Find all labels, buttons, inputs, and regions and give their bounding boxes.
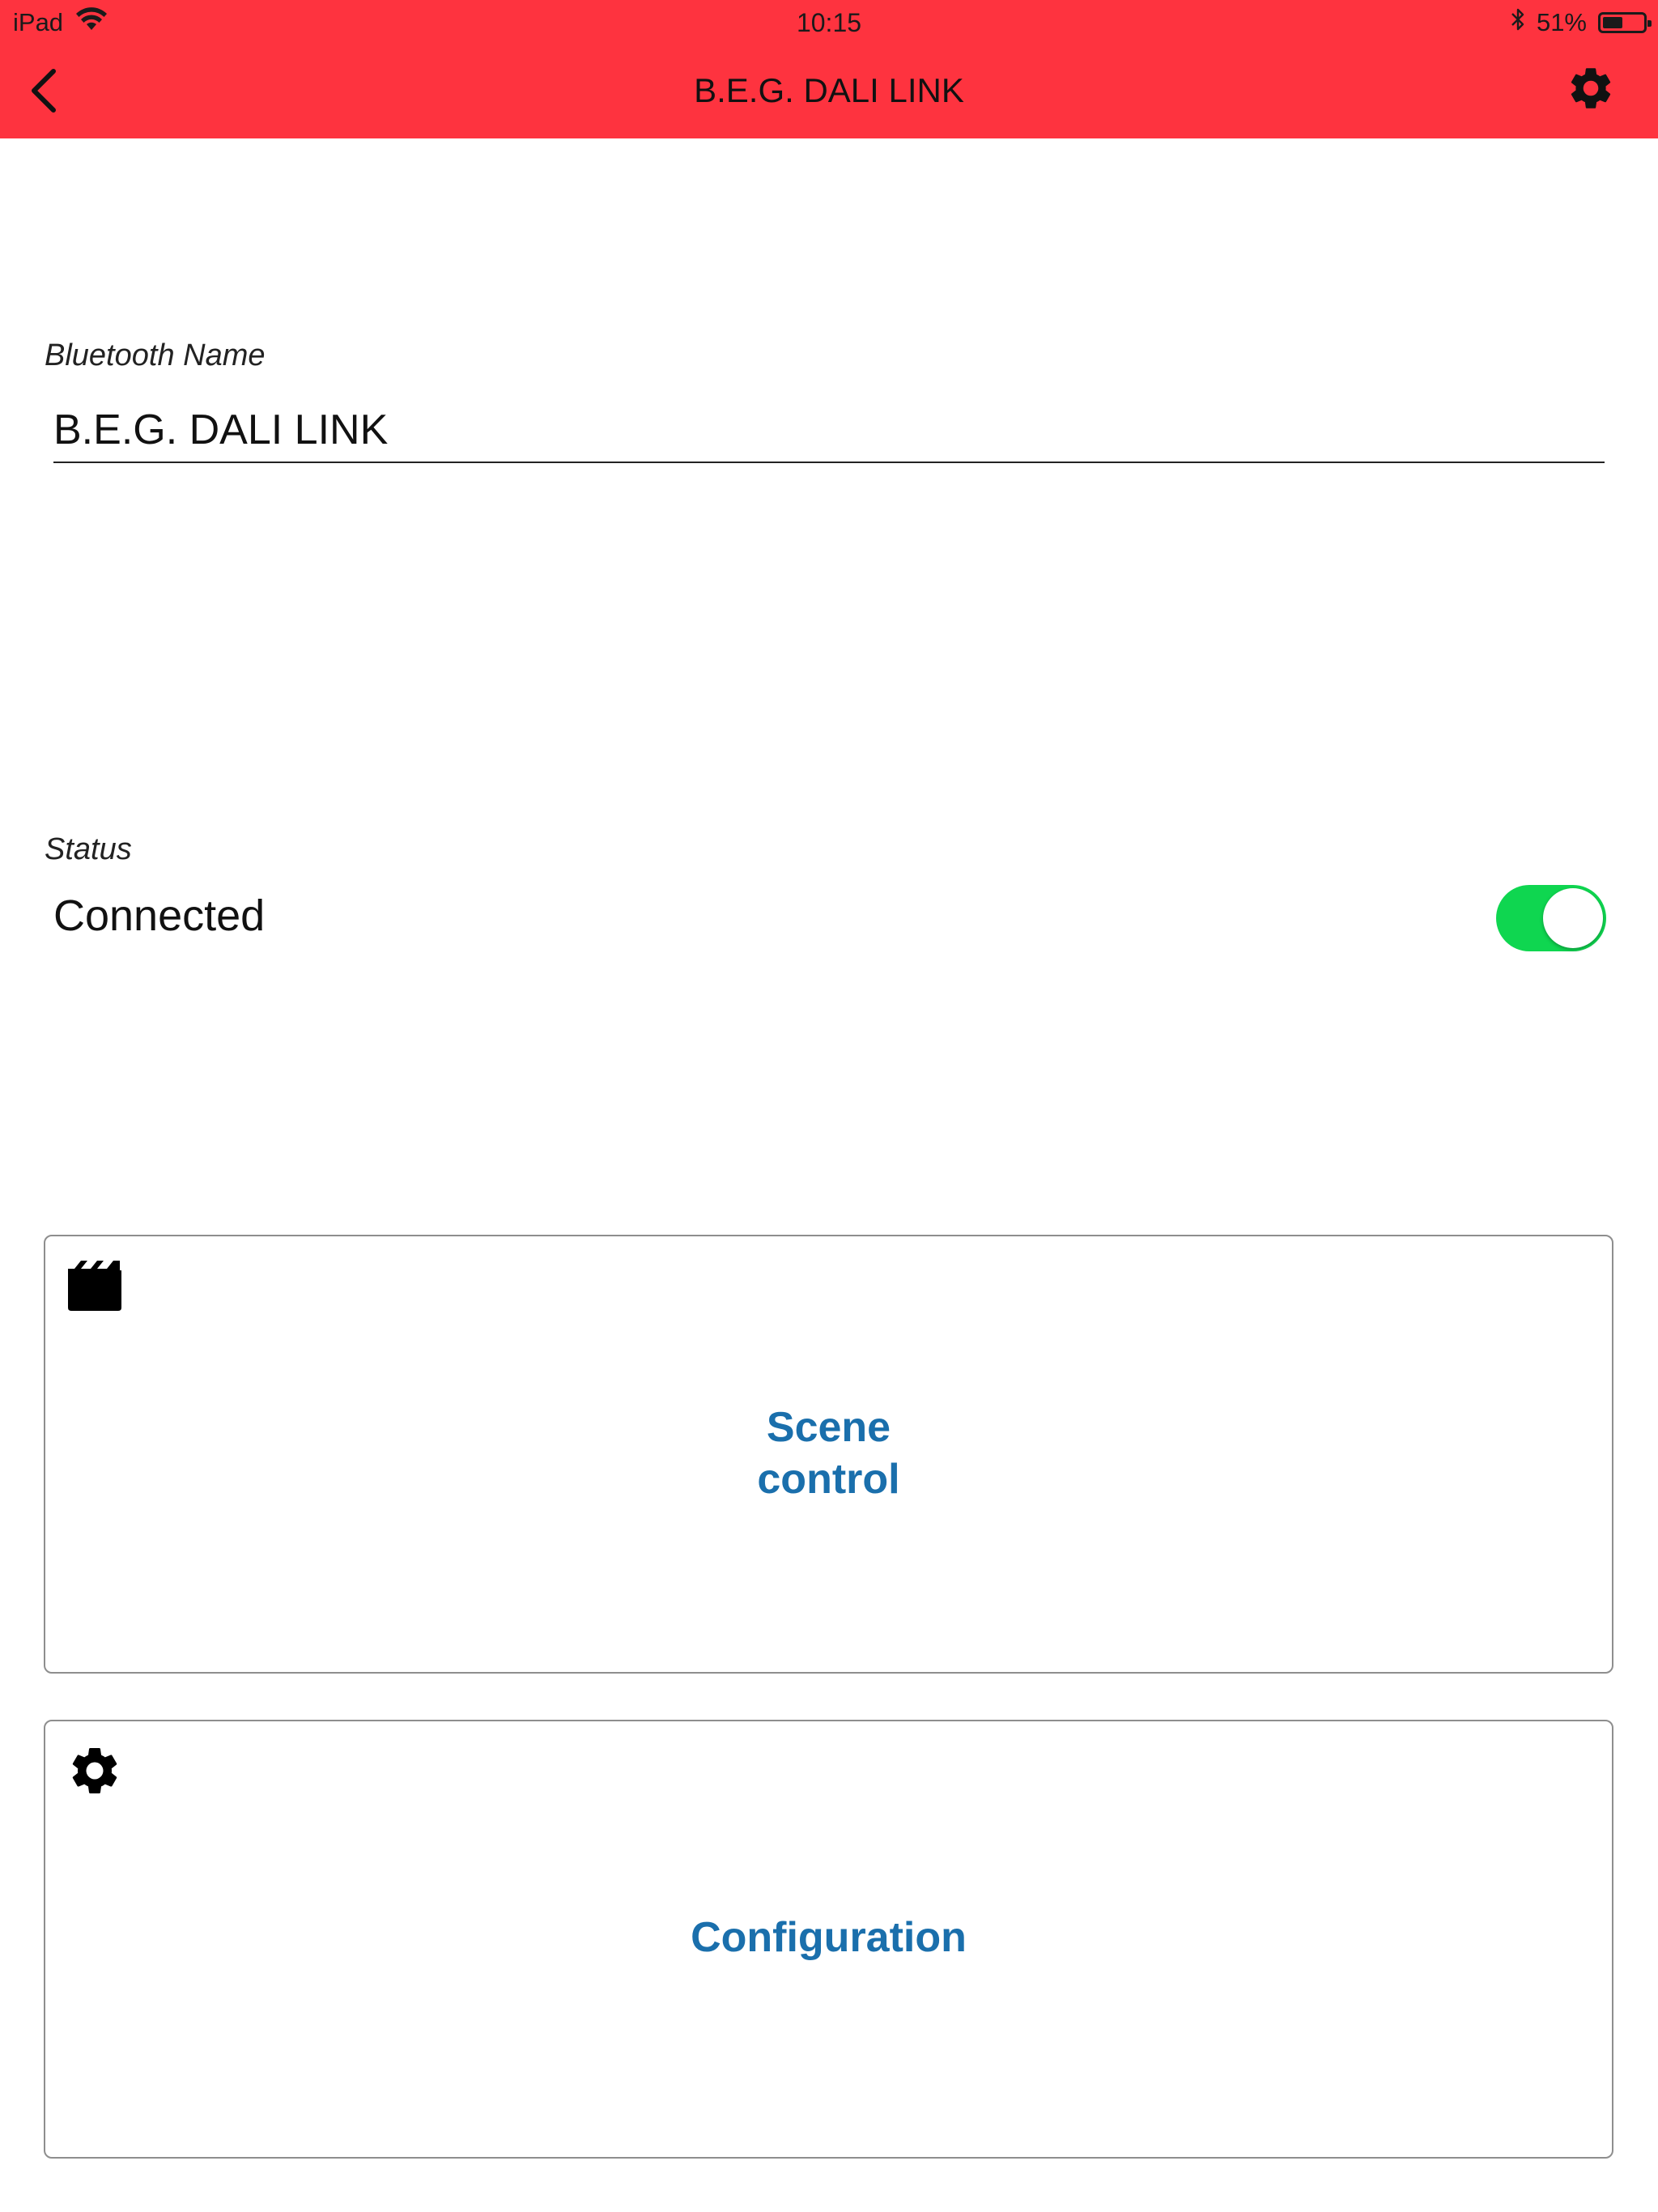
gear-icon [72,1748,117,1793]
gear-icon [1571,68,1611,108]
battery-tip [1647,20,1652,27]
top-bar: iPad 10:15 51% B.E.G. DALI LINK [0,0,1658,138]
bluetooth-icon [1511,7,1525,38]
status-label: Status [45,832,132,866]
scene-control-label-line1: Scene [766,1404,891,1451]
scene-control-label: Scene control [45,1402,1612,1505]
settings-button[interactable] [1566,63,1616,113]
battery-percent: 51% [1536,8,1587,36]
bluetooth-name-input[interactable] [53,398,1605,463]
status-value: Connected [53,891,266,940]
status-time: 10:15 [796,8,862,37]
bluetooth-name-label: Bluetooth Name [45,338,266,372]
scene-control-button[interactable]: Scene control [44,1235,1613,1674]
toggle-knob [1543,888,1603,948]
status-bar-right: 51% [1511,6,1652,39]
connection-toggle[interactable] [1496,885,1606,951]
battery-icon [1598,12,1652,33]
battery-fill [1603,17,1623,28]
scene-control-label-line2: control [757,1456,900,1503]
page-title: B.E.G. DALI LINK [694,71,964,109]
clapperboard-icon [68,1261,121,1311]
configuration-button[interactable]: Configuration [44,1720,1613,2159]
screen: iPad 10:15 51% B.E.G. DALI LINK Bluetoot… [0,0,1658,2212]
configuration-label: Configuration [691,1914,967,1961]
